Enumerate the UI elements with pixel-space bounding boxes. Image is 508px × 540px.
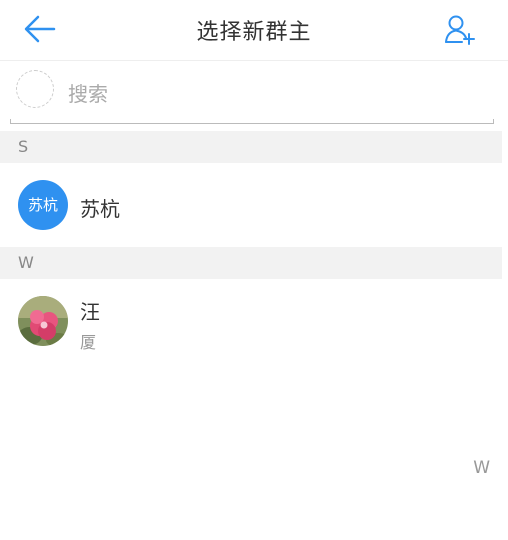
avatar	[18, 296, 68, 346]
contact-name: 苏杭	[80, 197, 120, 221]
avatar: 苏杭	[18, 180, 68, 230]
search-input[interactable]	[66, 78, 470, 110]
contact-item-wang[interactable]: 汪 厦	[0, 279, 502, 367]
alphabet-index-w[interactable]: W	[473, 458, 490, 478]
contact-subtitle: 厦	[80, 333, 97, 352]
flower-photo-icon	[18, 296, 68, 346]
section-header-s: S	[0, 131, 502, 163]
top-bar: 选择新群主	[0, 0, 508, 61]
selected-avatar-placeholder	[16, 70, 54, 108]
page-title: 选择新群主	[196, 20, 312, 45]
section-header-w: W	[0, 247, 502, 279]
contact-item-suhang[interactable]: 苏杭 苏杭	[0, 163, 502, 247]
contact-name: 汪	[80, 300, 100, 324]
search-bar	[10, 64, 494, 126]
add-user-icon	[445, 15, 475, 45]
search-underline	[10, 119, 494, 124]
add-user-button[interactable]	[442, 13, 476, 47]
